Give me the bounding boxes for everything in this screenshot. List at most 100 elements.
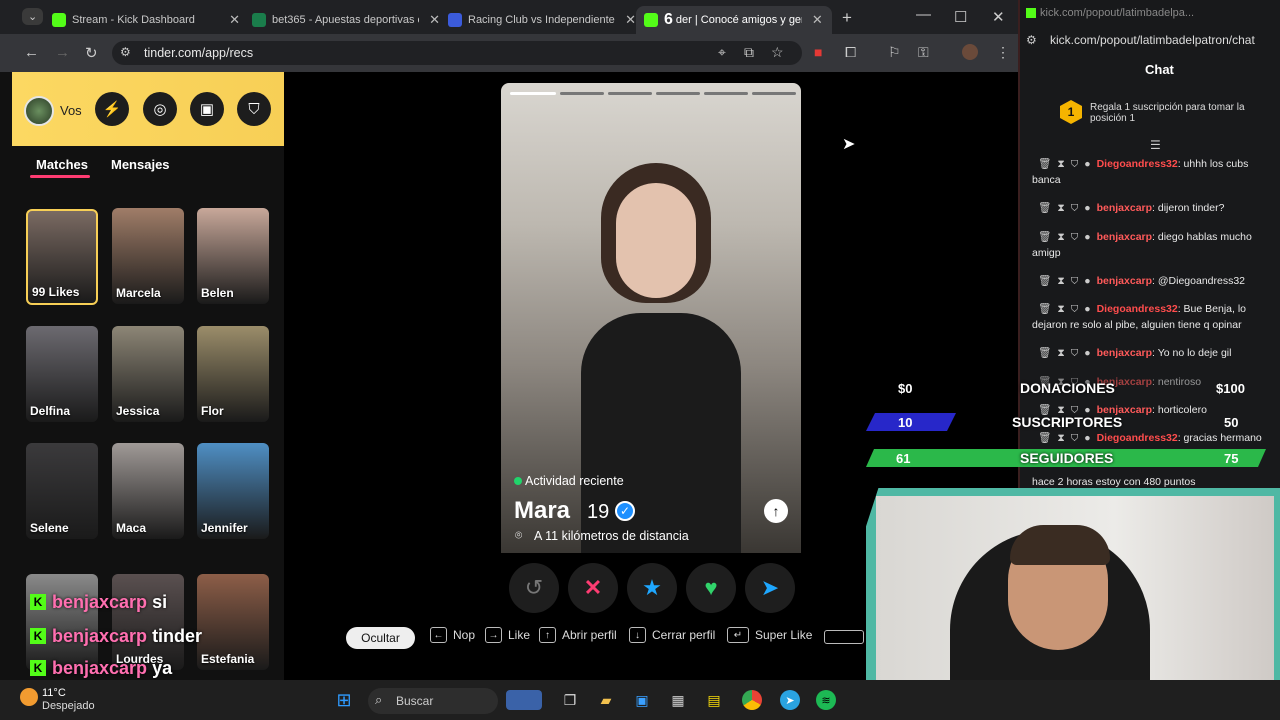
briefcase-icon[interactable]: ▣ — [190, 92, 224, 126]
explore-icon[interactable]: ◎ — [143, 92, 177, 126]
back-icon[interactable]: ← — [24, 44, 39, 61]
url-text[interactable]: tinder.com/app/recs — [144, 46, 253, 60]
mod-actions-icon[interactable]: 🗑⧗⛉● — [1038, 275, 1097, 287]
mod-actions-icon[interactable]: 🗑⧗⛉● — [1038, 432, 1097, 444]
profile-avatar[interactable] — [962, 44, 978, 60]
password-icon[interactable]: ⚿ — [918, 44, 929, 61]
subscribers-label: SUSCRIPTORES — [1012, 414, 1123, 430]
user-label[interactable]: Vos — [60, 103, 82, 118]
file-explorer-icon[interactable]: ▰ — [596, 690, 616, 710]
forward-icon[interactable]: → — [55, 44, 70, 61]
weather-temp[interactable]: 11°C — [42, 687, 66, 699]
user-avatar[interactable] — [24, 96, 54, 126]
extension-badge-icon[interactable]: ■ — [814, 44, 822, 60]
calculator-icon[interactable]: ▦ — [668, 690, 688, 710]
kick-icon — [1026, 8, 1036, 18]
boost-send-button[interactable]: ➤ — [745, 563, 795, 613]
chat-message: 🗑⧗⛉●Diegoandress32: Bue Benja, lo dejaro… — [1032, 303, 1247, 331]
rewind-button[interactable]: ↺ — [509, 563, 559, 613]
menu-lines-icon[interactable]: ☰ — [1150, 138, 1161, 152]
donations-goal: $100 — [1216, 381, 1245, 396]
windows-start-icon[interactable]: ⊞ — [334, 690, 354, 710]
telegram-icon[interactable]: ➤ — [780, 690, 800, 710]
spotify-icon[interactable]: ≋ — [816, 690, 836, 710]
space-key-icon — [824, 630, 864, 644]
match-card[interactable]: Delfina — [26, 326, 98, 422]
match-card[interactable]: Jennifer — [197, 443, 269, 539]
followers-label: SEGUIDORES — [1020, 450, 1114, 466]
popout-url[interactable]: kick.com/popout/latimbadelpatron/chat — [1050, 33, 1255, 47]
active-tab-indicator — [30, 175, 90, 178]
location-icon[interactable]: ⌖ — [718, 44, 726, 61]
match-card[interactable]: Lourdes — [112, 574, 184, 670]
maximize-icon[interactable]: ☐ — [954, 8, 967, 26]
chat-message: 🗑⧗⛉●benjaxcarp: @Diegoandress32 — [1038, 275, 1246, 287]
close-tab-icon[interactable]: ✕ — [229, 12, 240, 28]
superlike-button[interactable]: ★ — [627, 563, 677, 613]
photo-progress — [608, 92, 652, 95]
match-card[interactable]: 99 Likes — [26, 209, 98, 305]
kick-icon: K — [30, 660, 46, 676]
close-tab-icon[interactable]: ✕ — [429, 12, 440, 28]
store-icon[interactable]: ▣ — [632, 690, 652, 710]
match-card[interactable]: Maca — [112, 443, 184, 539]
widget-icon[interactable] — [506, 690, 542, 710]
match-card[interactable]: Estefania — [197, 574, 269, 670]
weather-desc[interactable]: Despejado — [42, 700, 95, 712]
tab-kick-dashboard[interactable]: Stream - Kick Dashboard ✕ — [44, 6, 240, 34]
mod-actions-icon[interactable]: 🗑⧗⛉● — [1038, 303, 1097, 315]
open-profile-icon[interactable]: ↑ — [764, 499, 788, 523]
mod-actions-icon[interactable]: 🗑⧗⛉● — [1038, 158, 1097, 170]
bookmark-star-icon[interactable]: ☆ — [771, 44, 784, 61]
tab-matches[interactable]: Matches — [36, 157, 88, 172]
match-card[interactable]: Jessica — [112, 326, 184, 422]
gift-subs-text[interactable]: Regala 1 suscripción para tomar la posic… — [1090, 102, 1270, 124]
cast-icon[interactable]: ⧉ — [744, 44, 754, 61]
mod-actions-icon[interactable]: 🗑⧗⛉● — [1038, 231, 1097, 243]
like-button[interactable]: ♥ — [686, 563, 736, 613]
tab-bet365[interactable]: bet365 - Apuestas deportivas e ✕ — [244, 6, 440, 34]
shield-icon[interactable]: ⛉ — [237, 92, 271, 126]
photo-progress-active — [510, 92, 556, 95]
extensions-icon[interactable]: ⧠ — [845, 44, 856, 61]
match-card[interactable]: Flor — [197, 326, 269, 422]
match-card[interactable]: Marcela — [112, 208, 184, 304]
site-info-icon[interactable]: ⚙ — [120, 45, 131, 59]
hint-open-profile: ↑ Abrir perfil — [539, 627, 617, 643]
photo-progress — [560, 92, 604, 95]
search-placeholder[interactable]: Buscar — [396, 694, 433, 708]
task-view-icon[interactable]: ❐ — [560, 690, 580, 710]
chat-header: Chat — [1145, 62, 1174, 77]
chrome-icon[interactable] — [742, 690, 762, 710]
tab-messages[interactable]: Mensajes — [111, 157, 170, 172]
reload-icon[interactable]: ↻ — [85, 44, 98, 62]
tab-racing[interactable]: Racing Club vs Independiente | ✕ — [440, 6, 636, 34]
minimize-icon[interactable]: — — [916, 6, 931, 23]
close-window-icon[interactable]: ✕ — [992, 8, 1005, 26]
nope-button[interactable]: ✕ — [568, 563, 618, 613]
enter-key-icon: ↵ — [727, 627, 749, 643]
chat-message: 🗑⧗⛉●Diegoandress32: uhhh los cubs banca — [1032, 158, 1249, 186]
match-card[interactable] — [26, 574, 98, 670]
activity-status: Actividad reciente — [525, 474, 624, 488]
boost-icon[interactable]: ⚡ — [95, 92, 129, 126]
close-tab-icon[interactable]: ✕ — [812, 12, 823, 28]
weather-icon[interactable] — [20, 688, 38, 706]
online-dot — [514, 477, 522, 485]
mod-actions-icon[interactable]: 🗑⧗⛉● — [1038, 202, 1097, 214]
site-settings-icon[interactable]: ⚙ — [1026, 33, 1037, 47]
close-tab-icon[interactable]: ✕ — [625, 12, 636, 28]
match-card[interactable]: Selene — [26, 443, 98, 539]
hide-hints-button[interactable]: Ocultar — [346, 627, 415, 649]
overlay-chat-line: benjaxcarp tinder — [52, 626, 203, 646]
translate-icon[interactable]: ⚐ — [888, 44, 901, 61]
match-card[interactable]: Belen — [197, 208, 269, 304]
menu-icon[interactable]: ⋮ — [996, 44, 1010, 61]
tab-tinder[interactable]: 6 der | Conocé amigos y gent ✕ — [636, 6, 832, 34]
notes-icon[interactable]: ▤ — [704, 690, 724, 710]
new-tab-icon[interactable]: + — [842, 8, 852, 28]
arrow-up-key-icon: ↑ — [539, 627, 556, 643]
mod-actions-icon[interactable]: 🗑⧗⛉● — [1038, 347, 1097, 359]
arrow-left-key-icon: ← — [430, 627, 447, 643]
tab-search-icon[interactable]: ⌄ — [22, 8, 44, 25]
